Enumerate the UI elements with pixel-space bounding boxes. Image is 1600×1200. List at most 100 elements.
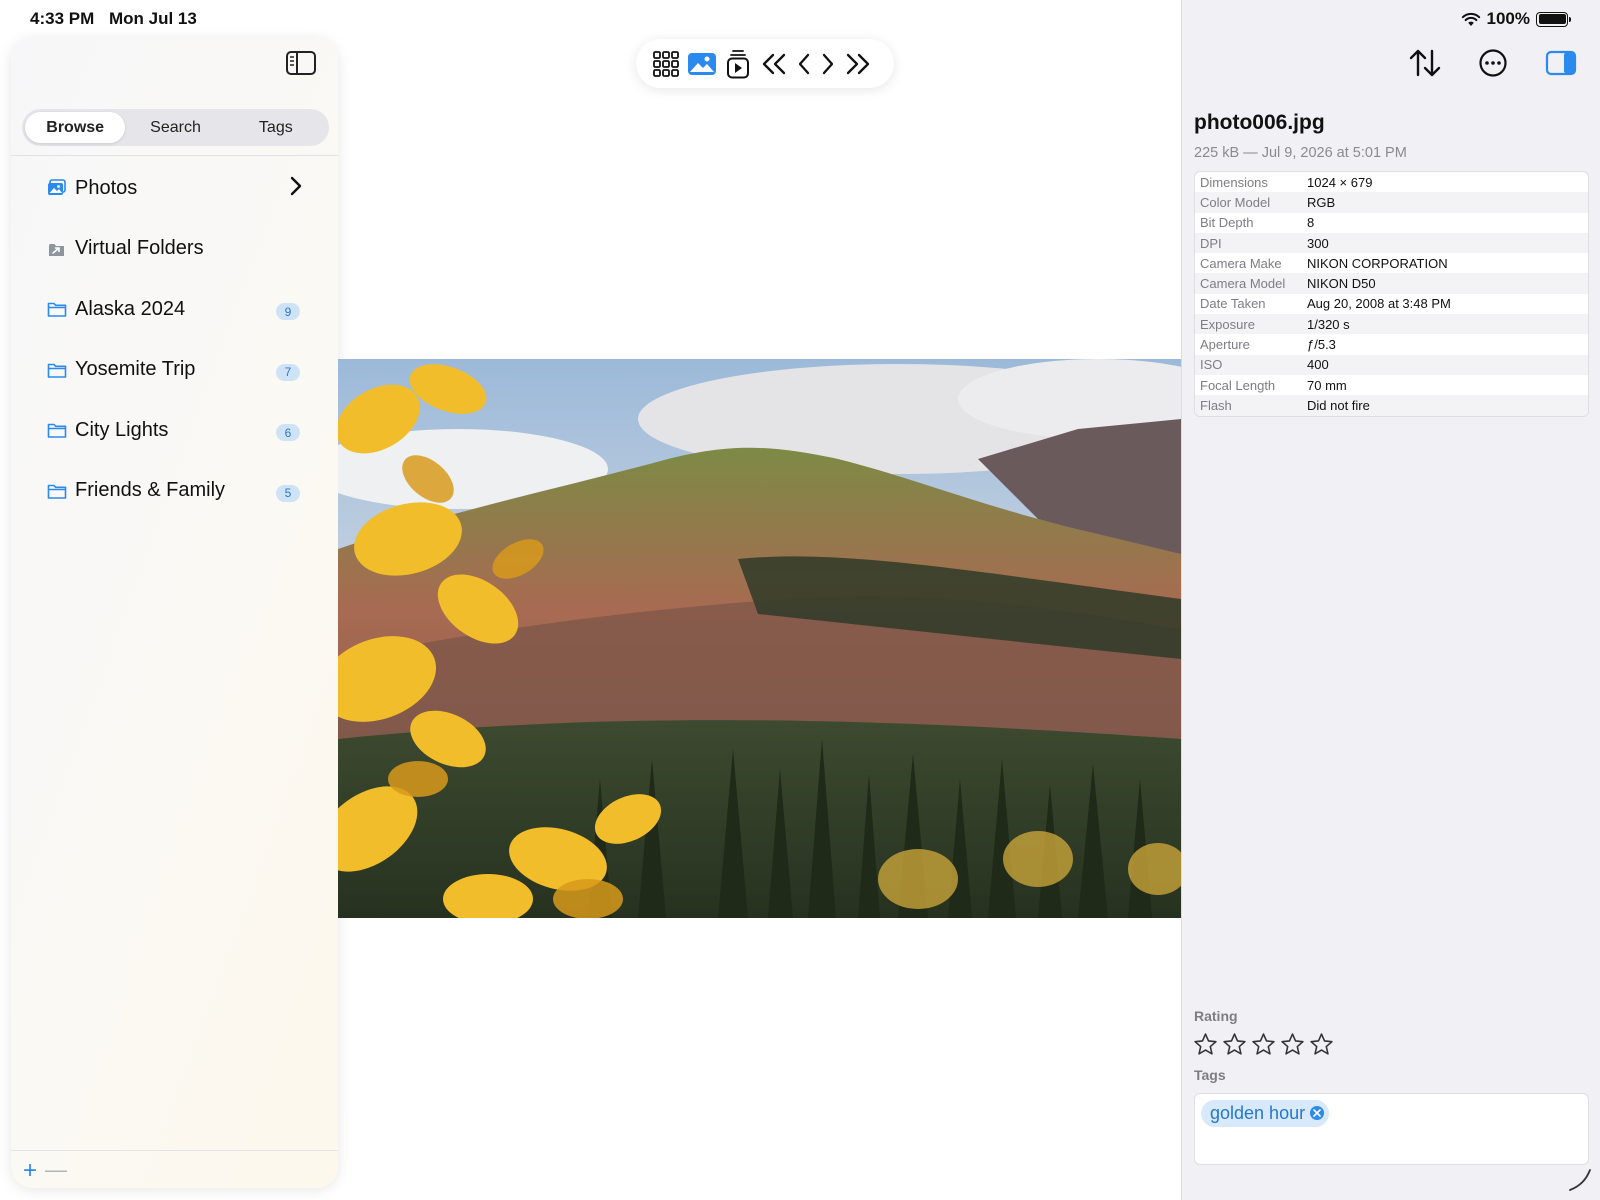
close-icon: [1313, 1109, 1321, 1117]
photo-view[interactable]: [338, 359, 1181, 918]
sidebar-item-label: Photos: [75, 176, 138, 199]
metadata-key: Camera Make: [1200, 255, 1282, 271]
metadata-row: Exposure 1/320 s: [1195, 314, 1588, 335]
segment-search[interactable]: Search: [125, 112, 225, 143]
sidebar-item-virtual-folders[interactable]: Virtual Folders: [11, 219, 338, 280]
wifi-icon: [1461, 12, 1480, 26]
metadata-value: 400: [1307, 357, 1329, 373]
metadata-key: Focal Length: [1200, 377, 1276, 393]
metadata-row: ISO 400: [1195, 354, 1588, 375]
star-icon[interactable]: [1251, 1032, 1276, 1057]
battery-percent: 100%: [1486, 9, 1530, 28]
inspector-toggle-button[interactable]: [1542, 44, 1580, 82]
landscape-photo: [338, 359, 1181, 918]
sidebar-segmented-control: Browse Search Tags: [22, 109, 329, 146]
status-right: 100%: [1461, 9, 1571, 29]
metadata-key: Dimensions: [1200, 174, 1268, 190]
metadata-value: RGB: [1307, 194, 1336, 210]
sidebar-item-city-lights[interactable]: City Lights 6: [11, 400, 338, 461]
battery-icon: [1536, 11, 1571, 27]
folder-icon: [47, 361, 67, 379]
metadata-value: NIKON CORPORATION: [1307, 255, 1448, 271]
first-photo-button[interactable]: [759, 49, 789, 79]
ellipsis-circle-icon: [1479, 49, 1507, 77]
grid-view-button[interactable]: [651, 49, 681, 79]
metadata-value: ƒ/5.3: [1307, 337, 1336, 353]
slideshow-button[interactable]: [723, 49, 753, 79]
file-name: photo006.jpg: [1194, 111, 1325, 134]
metadata-row: Flash Did not fire: [1195, 395, 1588, 416]
metadata-key: Flash: [1200, 397, 1232, 413]
last-photo-button[interactable]: [843, 49, 873, 79]
metadata-table: Dimensions 1024 × 679 Color Model RGB Bit …: [1194, 171, 1589, 417]
metadata-key: Date Taken: [1200, 296, 1266, 312]
metadata-value: Did not fire: [1307, 397, 1370, 413]
add-folder-button[interactable]: +: [23, 1157, 37, 1185]
virtual-folder-icon: [47, 240, 67, 258]
metadata-value: Aug 20, 2008 at 3:48 PM: [1307, 296, 1451, 312]
metadata-value: 300: [1307, 235, 1329, 251]
tag-chip[interactable]: golden hour: [1201, 1100, 1330, 1127]
more-options-button[interactable]: [1474, 44, 1512, 82]
metadata-key: Camera Model: [1200, 276, 1286, 292]
sidebar-item-friends-family[interactable]: Friends & Family 5: [11, 461, 338, 522]
resize-grip-icon[interactable]: [1566, 1166, 1592, 1192]
tag-remove-button[interactable]: [1310, 1106, 1325, 1120]
metadata-value: 70 mm: [1307, 377, 1347, 393]
metadata-row: DPI 300: [1195, 232, 1588, 254]
count-badge: 9: [276, 303, 300, 320]
folder-icon: [47, 421, 67, 439]
metadata-row: Dimensions 1024 × 679: [1195, 172, 1588, 192]
metadata-value: NIKON D50: [1307, 276, 1376, 292]
sidebar-left-icon: [286, 51, 316, 75]
next-photo-button[interactable]: [819, 49, 837, 79]
last-icon: [846, 53, 870, 74]
metadata-key: Aperture: [1200, 337, 1250, 353]
sidebar-nav-list: Photos Virtual Folders Alaska 2024 9 Yos…: [11, 158, 338, 521]
tags-field[interactable]: golden hour: [1194, 1093, 1589, 1165]
sidebar-toggle-button[interactable]: [285, 50, 319, 78]
sidebar: Browse Search Tags Photos Virtual Folder…: [11, 38, 338, 1188]
sidebar-right-icon: [1545, 50, 1577, 76]
photos-icon: [47, 179, 67, 197]
sidebar-item-yosemite-trip[interactable]: Yosemite Trip 7: [11, 340, 338, 401]
viewer-toolbar: [636, 39, 894, 88]
sidebar-item-alaska-2024[interactable]: Alaska 2024 9: [11, 279, 338, 340]
previous-photo-button[interactable]: [795, 49, 813, 79]
first-icon: [762, 53, 786, 74]
single-photo-view-button[interactable]: [687, 49, 717, 79]
folder-icon: [47, 300, 67, 318]
previous-icon: [798, 53, 810, 74]
sidebar-divider: [11, 155, 338, 156]
sort-button[interactable]: [1406, 44, 1444, 82]
remove-folder-button[interactable]: —: [45, 1157, 67, 1183]
sidebar-item-label: Friends & Family: [75, 479, 226, 502]
metadata-row: Focal Length 70 mm: [1195, 375, 1588, 395]
metadata-key: Bit Depth: [1200, 215, 1254, 231]
metadata-row: Bit Depth 8: [1195, 213, 1588, 233]
metadata-row: Color Model RGB: [1195, 192, 1588, 213]
star-icon[interactable]: [1280, 1032, 1305, 1057]
sidebar-bottom-bar: + —: [11, 1150, 338, 1188]
sidebar-item-label: Virtual Folders: [75, 237, 204, 260]
star-icon[interactable]: [1222, 1032, 1247, 1057]
status-time: 4:33 PM: [30, 9, 95, 28]
star-icon[interactable]: [1309, 1032, 1334, 1057]
metadata-key: Exposure: [1200, 316, 1255, 332]
rating-stars: [1193, 1032, 1334, 1057]
metadata-row: Camera Model NIKON D50: [1195, 273, 1588, 294]
file-info: 225 kB — Jul 9, 2026 at 5:01 PM: [1194, 145, 1407, 161]
sidebar-item-photos[interactable]: Photos: [11, 158, 338, 219]
tags-label: Tags: [1194, 1067, 1226, 1083]
metadata-key: Color Model: [1200, 194, 1271, 210]
sidebar-item-label: Yosemite Trip: [75, 358, 196, 381]
star-icon[interactable]: [1193, 1032, 1218, 1057]
count-badge: 7: [276, 363, 300, 381]
metadata-row: Date Taken Aug 20, 2008 at 3:48 PM: [1195, 294, 1588, 314]
metadata-value: 1024 × 679: [1307, 174, 1373, 190]
chevron-right-icon: [290, 176, 302, 196]
sidebar-item-label: City Lights: [75, 418, 169, 441]
segment-tags[interactable]: Tags: [226, 112, 326, 143]
sidebar-item-label: Alaska 2024: [75, 297, 186, 320]
segment-browse[interactable]: Browse: [25, 112, 126, 143]
